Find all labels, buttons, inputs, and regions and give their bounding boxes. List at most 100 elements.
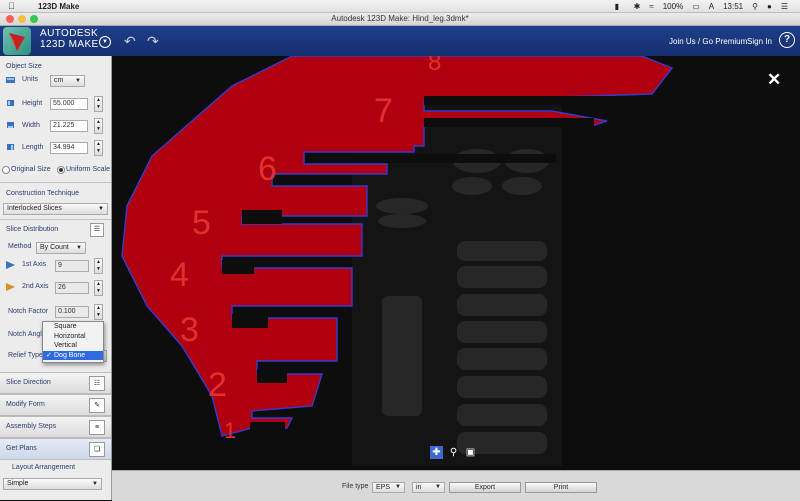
chevron-down-icon: ▼: [92, 481, 98, 487]
battery-icon[interactable]: ▭: [692, 2, 700, 11]
window-title: Autodesk 123D Make: Hind_leg.3dmk*: [331, 14, 469, 23]
slice-direction-icon[interactable]: ☷: [89, 376, 105, 391]
relief-option-vertical[interactable]: Vertical: [43, 341, 103, 351]
spotlight-icon[interactable]: ⚲: [752, 2, 758, 11]
app-menu[interactable]: 123D Make: [38, 2, 79, 11]
relief-option-dog-bone[interactable]: Dog Bone: [43, 350, 103, 360]
second-axis-label: 2nd Axis: [22, 283, 49, 290]
relief-option-square[interactable]: Square: [43, 322, 103, 332]
export-bar: File type EPS ▼ in ▼ Export Print: [112, 470, 800, 501]
slice-number-6: 6: [258, 150, 277, 188]
slice-number-1: 1: [224, 418, 236, 443]
bluetooth-icon[interactable]: ✱: [634, 2, 641, 11]
zoom-icon[interactable]: ⚲: [447, 446, 460, 459]
units-icon: [6, 77, 15, 83]
slice-number-8: 8: [428, 56, 441, 76]
view-tools: ✚ ⚲ ▣: [430, 446, 477, 459]
divider: [0, 219, 111, 220]
construction-technique-value: Interlocked Slices: [7, 205, 62, 212]
units-select[interactable]: cm ▼: [50, 75, 85, 87]
minimize-window-button[interactable]: [18, 15, 26, 23]
chevron-down-icon: ▼: [98, 206, 104, 212]
second-axis-icon: [6, 283, 15, 291]
first-axis-input[interactable]: 9: [55, 260, 89, 272]
height-cube-icon: [7, 100, 14, 106]
assembly-steps-section[interactable]: Assembly Steps ≡: [0, 416, 111, 438]
sign-in-link[interactable]: Sign In: [747, 37, 772, 46]
slice-number-5: 5: [192, 204, 211, 242]
chevron-down-icon: ▼: [435, 484, 441, 490]
second-axis-stepper[interactable]: ▲ ▼: [94, 280, 103, 296]
first-axis-stepper[interactable]: ▲ ▼: [94, 258, 103, 274]
first-axis-label: 1st Axis: [22, 261, 47, 268]
notch-factor-stepper[interactable]: ▲ ▼: [94, 304, 103, 320]
user-avatar-icon[interactable]: ●: [767, 2, 772, 11]
length-label: Length: [22, 144, 44, 151]
relief-type-label: Relief Type: [8, 352, 43, 359]
method-value: By Count: [40, 244, 69, 251]
help-icon[interactable]: ?: [779, 32, 795, 48]
app-logo: [3, 27, 31, 55]
brand-autodesk: AUTODESK: [40, 28, 99, 39]
layout-arrangement-select[interactable]: Simple ▼: [3, 478, 102, 490]
slice-distribution-menu-icon[interactable]: ☰: [90, 223, 104, 237]
mac-menubar:  123D Make ▮ ✱ ≈ 100% ▭ A 13:51 ⚲ ● ☰: [0, 0, 800, 13]
width-input[interactable]: 21.225: [50, 120, 88, 132]
clock[interactable]: 13:51: [723, 2, 743, 11]
modify-form-section[interactable]: Modify Form ✎: [0, 394, 111, 416]
unit-select[interactable]: in ▼: [412, 482, 445, 493]
modify-form-icon[interactable]: ✎: [89, 398, 105, 413]
second-axis-input[interactable]: 26: [55, 282, 89, 294]
length-input[interactable]: 34.994: [50, 142, 88, 154]
slice-number-7: 7: [374, 92, 393, 130]
length-stepper[interactable]: ▲ ▼: [94, 140, 103, 156]
print-button[interactable]: Print: [525, 482, 597, 493]
slice-direction-section[interactable]: Slice Direction ☷: [0, 372, 111, 394]
apple-menu-icon[interactable]: : [8, 1, 20, 11]
fit-view-icon[interactable]: ▣: [464, 446, 477, 459]
assembly-steps-icon[interactable]: ≡: [89, 420, 105, 435]
get-plans-section[interactable]: Get Plans ❏: [0, 438, 111, 460]
window-titlebar: Autodesk 123D Make: Hind_leg.3dmk*: [0, 13, 800, 26]
zoom-window-button[interactable]: [30, 15, 38, 23]
close-icon[interactable]: ✕: [767, 70, 781, 90]
file-type-select[interactable]: EPS ▼: [372, 482, 405, 493]
uniform-scale-radio[interactable]: [57, 166, 65, 174]
join-premium-link[interactable]: Join Us / Go Premium: [669, 37, 747, 46]
get-plans-icon[interactable]: ❏: [89, 442, 105, 457]
uniform-scale-label: Uniform Scale: [66, 166, 110, 173]
slice-distribution-title: Slice Distribution: [6, 226, 59, 233]
notch-factor-input[interactable]: 0.100: [55, 306, 89, 318]
wifi-icon[interactable]: ≈: [649, 2, 653, 11]
status-icon[interactable]: ▮: [615, 2, 625, 11]
app-menu-dropdown-icon[interactable]: ▼: [99, 36, 111, 48]
file-type-value: EPS: [376, 484, 391, 491]
layout-arrangement-label: Layout Arrangement: [12, 464, 76, 471]
pan-icon[interactable]: ✚: [430, 446, 443, 459]
input-source-indicator[interactable]: A: [709, 2, 714, 11]
notch-angle-label: Notch Angle: [8, 331, 46, 338]
brand-123d-make: 123D MAKE: [40, 39, 99, 50]
method-label: Method: [8, 243, 32, 250]
construction-technique-select[interactable]: Interlocked Slices ▼: [3, 203, 108, 215]
method-select[interactable]: By Count ▼: [36, 242, 86, 254]
slice-sheet-drawing: 8 7 6 5 4 3 2 1: [121, 56, 674, 466]
battery-percent[interactable]: 100%: [663, 2, 683, 11]
undo-icon[interactable]: ↶: [124, 33, 136, 50]
width-stepper[interactable]: ▲ ▼: [94, 118, 103, 134]
assembly-steps-label: Assembly Steps: [6, 423, 57, 430]
redo-icon[interactable]: ↷: [147, 33, 159, 50]
first-axis-icon: [6, 261, 15, 269]
modify-form-label: Modify Form: [6, 401, 45, 408]
file-type-label: File type: [342, 483, 369, 490]
original-size-radio[interactable]: [2, 166, 10, 174]
height-stepper[interactable]: ▲ ▼: [94, 96, 103, 112]
height-input[interactable]: 55.000: [50, 98, 88, 110]
layout-canvas[interactable]: 8 7 6 5 4 3 2 1: [112, 56, 800, 470]
slice-number-3: 3: [180, 311, 199, 349]
slice-number-2: 2: [208, 366, 227, 404]
close-window-button[interactable]: [6, 15, 14, 23]
export-button[interactable]: Export: [449, 482, 521, 493]
notification-center-icon[interactable]: ☰: [781, 2, 788, 11]
relief-option-horizontal[interactable]: Horizontal: [43, 332, 103, 342]
